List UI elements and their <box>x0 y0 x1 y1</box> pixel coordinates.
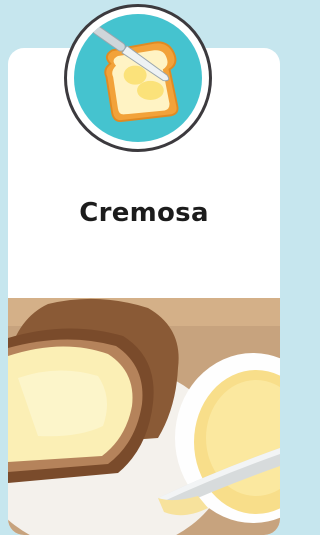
badge <box>64 4 212 152</box>
badge-background <box>74 14 202 142</box>
product-title: Cremosa <box>79 198 209 228</box>
butter-toast-knife-icon <box>91 25 179 123</box>
bread-with-butter-photo <box>8 298 280 535</box>
